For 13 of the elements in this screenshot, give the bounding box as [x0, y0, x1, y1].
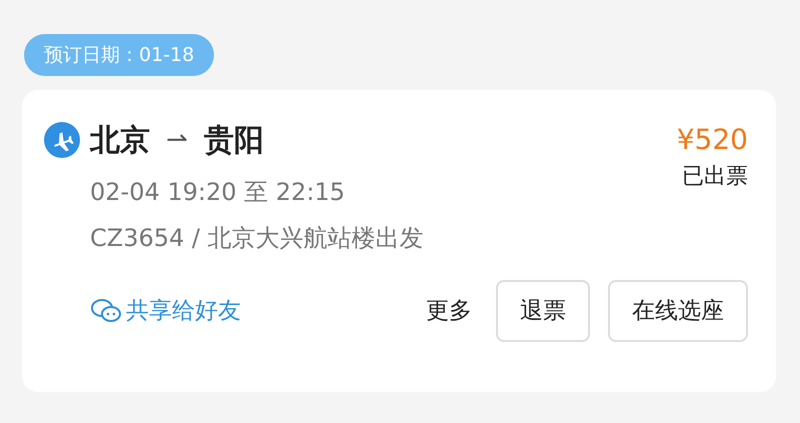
ticket-status: 已出票 — [682, 163, 748, 191]
chat-bubbles-icon — [90, 297, 122, 325]
more-button[interactable]: 更多 — [426, 294, 472, 328]
route-arrow: ⇀ — [166, 124, 188, 156]
departure-city: 北京 — [90, 122, 150, 160]
action-button[interactable]: 在线选座 — [608, 280, 748, 342]
flight-info: CZ3654 / 北京大兴航站楼出发 — [90, 223, 424, 254]
airplane-icon — [44, 122, 80, 158]
flight-time: 02-04 19:20 至 22:15 — [90, 177, 346, 208]
action-button[interactable]: 退票 — [496, 280, 590, 342]
arrival-city: 贵阳 — [204, 122, 264, 160]
booking-date-badge: 预订日期：01-18 — [24, 34, 214, 76]
price: ¥520 — [676, 122, 748, 158]
